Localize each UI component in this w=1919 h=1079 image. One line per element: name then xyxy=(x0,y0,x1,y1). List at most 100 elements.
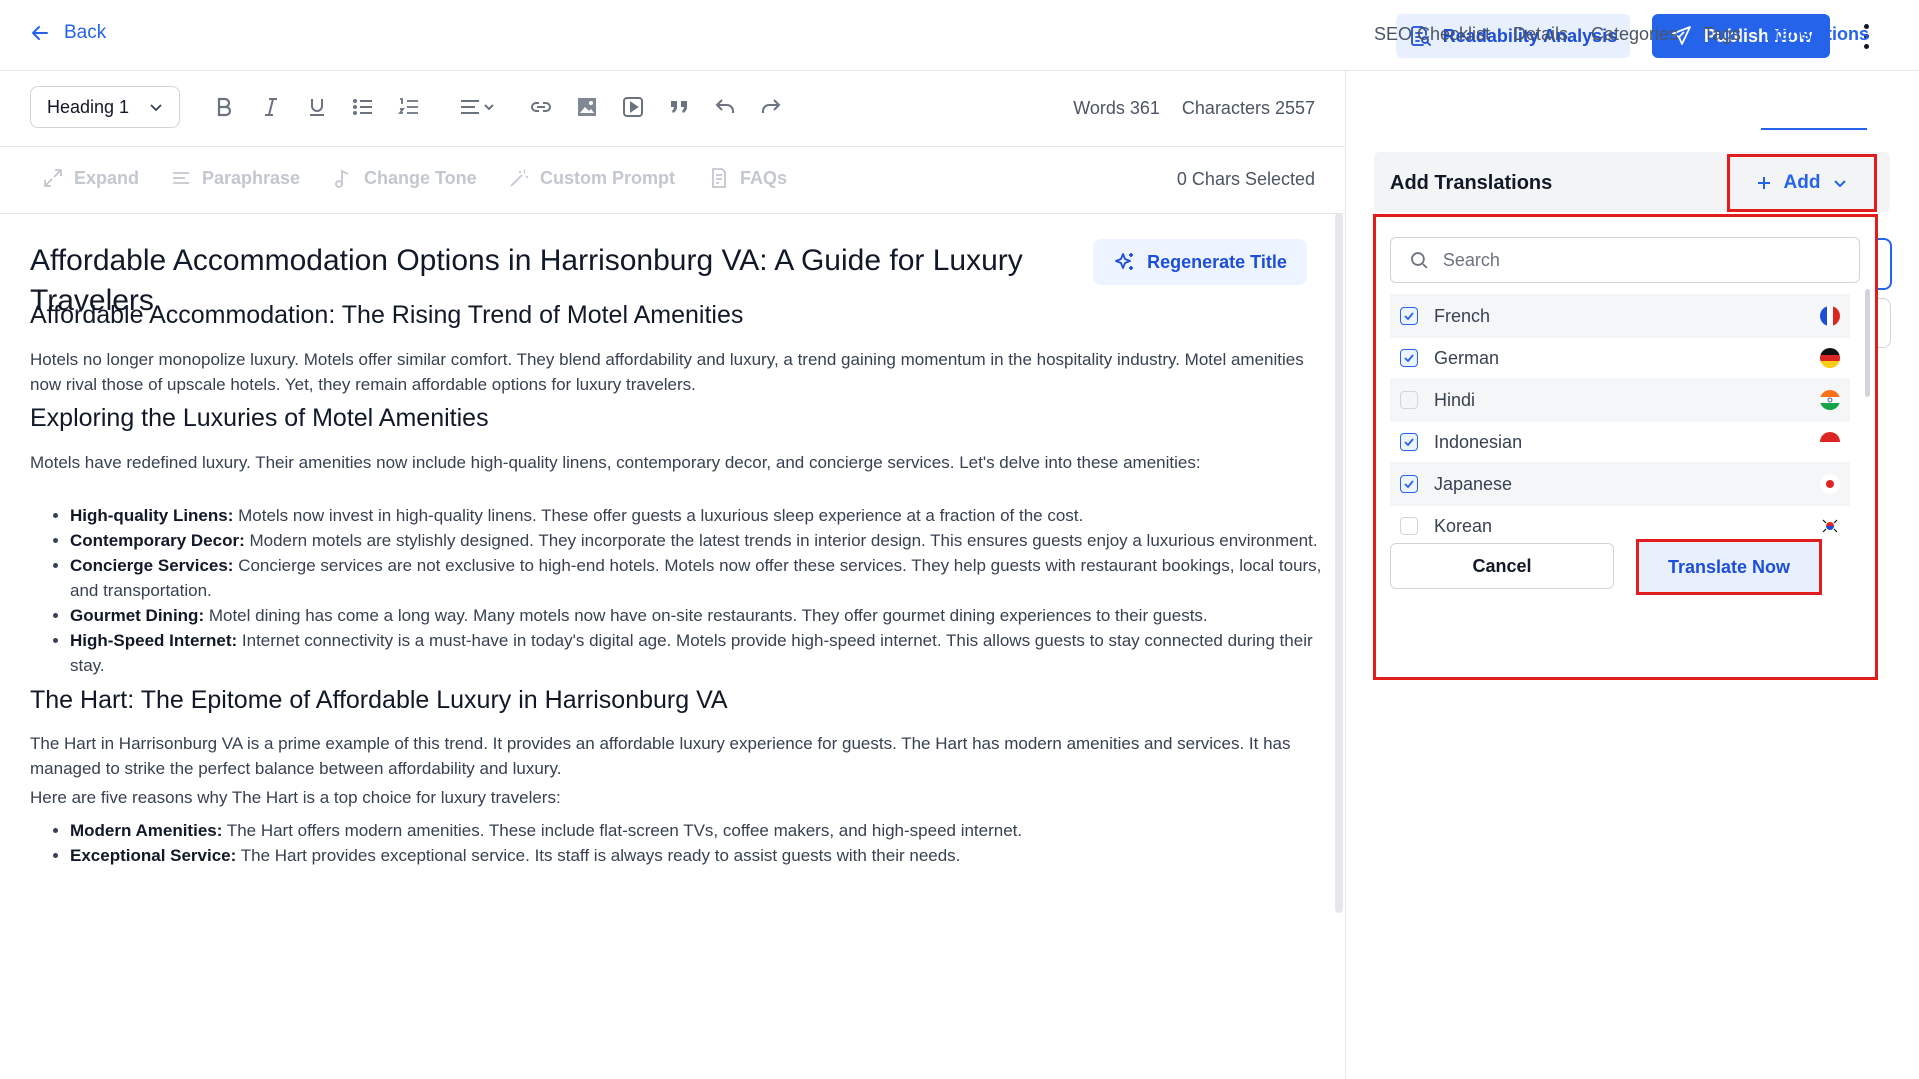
editor-toolbar: Heading 1 Words 361 Characters 2557 xyxy=(0,70,1345,147)
italic-icon[interactable] xyxy=(256,92,286,122)
list-item: Gourmet Dining: Motel dining has come a … xyxy=(70,603,1330,628)
language-label: Hindi xyxy=(1434,389,1476,410)
arrow-left-icon xyxy=(32,26,48,40)
flag-india-icon xyxy=(1820,390,1840,410)
regenerate-title-label: Regenerate Title xyxy=(1147,251,1287,272)
chevron-down-icon xyxy=(150,104,162,112)
flag-korea-icon xyxy=(1820,516,1840,536)
language-label: Indonesian xyxy=(1434,431,1523,452)
custom-prompt-button[interactable]: Custom Prompt xyxy=(508,167,675,189)
numbered-list-icon[interactable] xyxy=(394,92,424,122)
language-label: French xyxy=(1434,305,1491,326)
list-item: Modern Amenities: The Hart offers modern… xyxy=(70,818,1330,843)
checkbox-checked[interactable] xyxy=(1400,475,1418,493)
list-item: Concierge Services: Concierge services a… xyxy=(70,553,1330,603)
language-search[interactable] xyxy=(1390,237,1860,283)
cancel-button[interactable]: Cancel xyxy=(1390,543,1614,589)
heading-select[interactable]: Heading 1 xyxy=(30,86,180,128)
section-heading: The Hart: The Epitome of Affordable Luxu… xyxy=(30,686,728,714)
bold-icon[interactable] xyxy=(209,92,239,122)
change-tone-button[interactable]: Change Tone xyxy=(332,167,477,189)
faqs-label: FAQs xyxy=(740,167,788,188)
amenities-list: High-quality Linens: Motels now invest i… xyxy=(30,503,1330,678)
panel-divider xyxy=(1345,70,1346,1079)
magic-wand-icon xyxy=(510,169,528,187)
add-label: Add xyxy=(1783,172,1821,193)
checkbox-checked[interactable] xyxy=(1400,349,1418,367)
reasons-list: Modern Amenities: The Hart offers modern… xyxy=(30,818,1330,868)
quote-icon[interactable] xyxy=(664,92,694,122)
faqs-button[interactable]: FAQs xyxy=(708,167,787,189)
back-label: Back xyxy=(64,22,107,43)
language-option-hindi[interactable]: Hindi xyxy=(1390,378,1850,422)
tab-seo-checklist[interactable]: SEO Checklist xyxy=(1374,24,1490,45)
ai-tools-bar: Expand Paraphrase Change Tone Custom Pro… xyxy=(0,147,1345,214)
music-note-icon xyxy=(335,169,349,188)
paraphrase-button[interactable]: Paraphrase xyxy=(170,167,300,189)
language-option-french[interactable]: French xyxy=(1390,294,1850,338)
language-label: Korean xyxy=(1434,515,1493,536)
language-dropdown: French German Hindi Indonesian Japanese … xyxy=(1373,214,1878,680)
tab-tags[interactable]: Tags xyxy=(1703,24,1741,45)
expand-button[interactable]: Expand xyxy=(42,167,139,189)
chars-selected: 0 Chars Selected xyxy=(1176,169,1315,189)
add-translation-button[interactable]: Add xyxy=(1727,154,1877,212)
search-icon xyxy=(1411,252,1428,269)
paragraph: Motels have redefined luxury. Their amen… xyxy=(30,453,1201,472)
checkbox-checked[interactable] xyxy=(1400,433,1418,451)
search-input[interactable] xyxy=(1440,248,1841,272)
panel-title: Add Translations xyxy=(1390,172,1553,194)
plus-icon xyxy=(1757,177,1770,189)
sparkle-icon xyxy=(1115,253,1134,270)
language-label: Japanese xyxy=(1434,473,1513,494)
chevron-down-icon xyxy=(1834,180,1847,188)
paragraph: The Hart in Harrisonburg VA is a prime e… xyxy=(30,734,1291,778)
flag-germany-icon xyxy=(1820,348,1840,368)
section-heading: Exploring the Luxuries of Motel Amenitie… xyxy=(30,404,489,432)
link-icon[interactable] xyxy=(526,92,556,122)
language-option-japanese[interactable]: Japanese xyxy=(1390,462,1850,506)
flag-indonesia-icon xyxy=(1820,432,1840,452)
undo-icon[interactable] xyxy=(710,92,740,122)
image-icon[interactable] xyxy=(572,92,602,122)
redo-icon[interactable] xyxy=(756,92,786,122)
align-icon[interactable] xyxy=(454,92,500,122)
section-heading: Affordable Accommodation: The Rising Tre… xyxy=(30,301,744,329)
faq-document-icon xyxy=(712,168,726,188)
word-count: Words 361 Characters 2557 xyxy=(1073,98,1315,119)
checkbox-checked[interactable] xyxy=(1400,307,1418,325)
regenerate-title-button[interactable]: Regenerate Title xyxy=(1093,239,1307,285)
expand-label: Expand xyxy=(74,167,140,188)
editor-scrollbar[interactable] xyxy=(1335,213,1343,913)
back-button[interactable]: Back xyxy=(30,22,106,44)
language-label: German xyxy=(1434,347,1500,368)
words-count: Words 361 xyxy=(1073,98,1160,118)
bullet-list-icon[interactable] xyxy=(348,92,378,122)
paragraph: Hotels no longer monopolize luxury. Mote… xyxy=(30,350,1304,394)
editor-content[interactable]: Affordable Accommodation Options in Harr… xyxy=(30,213,1330,1079)
language-option-german[interactable]: German xyxy=(1390,336,1850,380)
list-item: High-quality Linens: Motels now invest i… xyxy=(70,503,1330,528)
paraphrase-label: Paraphrase xyxy=(202,167,301,188)
expand-icon xyxy=(44,169,62,187)
checkbox-unchecked[interactable] xyxy=(1400,517,1418,535)
paraphrase-icon xyxy=(173,172,189,184)
custom-prompt-label: Custom Prompt xyxy=(540,167,675,188)
translate-now-button[interactable]: Translate Now xyxy=(1636,539,1822,595)
checkbox-unchecked[interactable] xyxy=(1400,391,1418,409)
list-item: Exceptional Service: The Hart provides e… xyxy=(70,843,1330,868)
underline-icon[interactable] xyxy=(302,92,332,122)
language-option-indonesian[interactable]: Indonesian xyxy=(1390,420,1850,464)
tab-details[interactable]: Details xyxy=(1513,24,1568,45)
flag-japan-icon xyxy=(1820,474,1840,494)
characters-count: Characters 2557 xyxy=(1181,98,1315,118)
video-icon[interactable] xyxy=(618,92,648,122)
list-item: Contemporary Decor: Modern motels are st… xyxy=(70,528,1330,553)
list-item: High-Speed Internet: Internet connectivi… xyxy=(70,628,1330,678)
dropdown-scrollbar[interactable] xyxy=(1865,289,1870,397)
change-tone-label: Change Tone xyxy=(364,167,477,188)
active-tab-indicator xyxy=(1761,128,1867,130)
tab-categories[interactable]: Categories xyxy=(1591,24,1678,45)
tab-translations[interactable]: Translations xyxy=(1763,24,1869,45)
paragraph: Here are five reasons why The Hart is a … xyxy=(30,788,561,807)
